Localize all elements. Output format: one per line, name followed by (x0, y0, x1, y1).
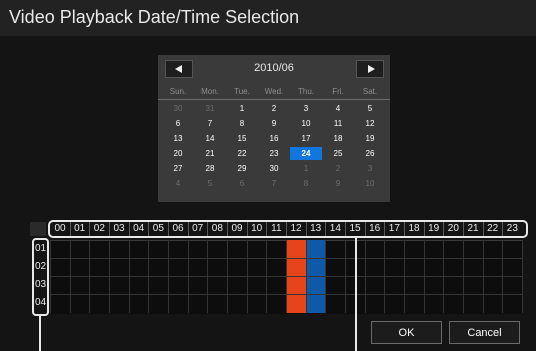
grid-line (50, 258, 522, 259)
calendar: 2010/06 Sun. Mon. Tue. Wed. Thu. Fri. Sat. 30 31… (158, 55, 390, 202)
channel-column-highlight (32, 238, 49, 316)
calendar-day[interactable]: 6 (226, 177, 258, 190)
calendar-day[interactable]: 2 (322, 162, 354, 175)
calendar-day[interactable]: 9 (258, 117, 290, 130)
calendar-day[interactable]: 21 (194, 147, 226, 160)
calendar-day[interactable]: 11 (322, 117, 354, 130)
weekday-label: Thu. (297, 87, 314, 96)
calendar-day[interactable]: 30 (258, 162, 290, 175)
calendar-weekday-row: Sun. Mon. Tue. Wed. Thu. Fri. Sat. (158, 85, 390, 100)
callout-line (39, 316, 41, 351)
calendar-day[interactable]: 23 (258, 147, 290, 160)
calendar-day[interactable]: 18 (322, 132, 354, 145)
calendar-day[interactable]: 31 (194, 102, 226, 115)
window-title: Video Playback Date/Time Selection (9, 7, 300, 27)
calendar-day[interactable]: 19 (354, 132, 386, 145)
calendar-week-row: 20 21 22 23 24 25 26 (158, 147, 390, 160)
calendar-day[interactable]: 15 (226, 132, 258, 145)
calendar-week-row: 27 28 29 30 1 2 3 (158, 162, 390, 175)
weekday-label: Fri. (332, 87, 344, 96)
calendar-day[interactable]: 5 (354, 102, 386, 115)
calendar-week-row: 13 14 15 16 17 18 19 (158, 132, 390, 145)
calendar-day[interactable]: 22 (226, 147, 258, 160)
calendar-day[interactable]: 20 (162, 147, 194, 160)
calendar-week-row: 6 7 8 9 10 11 12 (158, 117, 390, 130)
calendar-day[interactable]: 3 (290, 102, 322, 115)
next-month-button[interactable] (356, 60, 384, 78)
calendar-day[interactable]: 10 (354, 177, 386, 190)
grid-line (50, 276, 522, 277)
weekday-label: Sat. (362, 87, 378, 96)
calendar-day[interactable]: 7 (194, 117, 226, 130)
calendar-day[interactable]: 13 (162, 132, 194, 145)
calendar-day[interactable]: 14 (194, 132, 226, 145)
weekday-label: Sun. (169, 87, 187, 96)
grid-line (522, 240, 523, 313)
calendar-day[interactable]: 16 (258, 132, 290, 145)
calendar-day[interactable]: 26 (354, 147, 386, 160)
ok-button[interactable]: OK (371, 321, 442, 344)
calendar-day[interactable]: 7 (258, 177, 290, 190)
cancel-button[interactable]: Cancel (449, 321, 520, 344)
title-bar: Video Playback Date/Time Selection (0, 0, 536, 36)
weekday-label: Wed. (264, 87, 284, 96)
calendar-day[interactable]: 29 (226, 162, 258, 175)
calendar-day[interactable]: 9 (322, 177, 354, 190)
calendar-day[interactable]: 1 (226, 102, 258, 115)
calendar-day[interactable]: 4 (322, 102, 354, 115)
callout-line (355, 238, 357, 351)
calendar-day[interactable]: 27 (162, 162, 194, 175)
calendar-day[interactable]: 17 (290, 132, 322, 145)
calendar-day[interactable]: 2 (258, 102, 290, 115)
calendar-day[interactable]: 4 (162, 177, 194, 190)
calendar-day[interactable]: 28 (194, 162, 226, 175)
calendar-day[interactable]: 1 (290, 162, 322, 175)
calendar-day[interactable]: 25 (322, 147, 354, 160)
calendar-day[interactable]: 12 (354, 117, 386, 130)
calendar-day[interactable]: 3 (354, 162, 386, 175)
weekday-label: Mon. (201, 87, 219, 96)
hour-header-highlight (48, 220, 528, 238)
calendar-day[interactable]: 10 (290, 117, 322, 130)
timeline-corner (30, 222, 46, 236)
calendar-day[interactable]: 8 (226, 117, 258, 130)
calendar-day-selected[interactable]: 24 (290, 147, 322, 160)
calendar-week-row: 30 31 1 2 3 4 5 (158, 102, 390, 115)
calendar-day[interactable]: 5 (194, 177, 226, 190)
calendar-day[interactable]: 30 (162, 102, 194, 115)
weekday-label: Tue. (234, 87, 250, 96)
calendar-week-row: 4 5 6 7 8 9 10 (158, 177, 390, 190)
grid-line (50, 294, 522, 295)
calendar-grid: Sun. Mon. Tue. Wed. Thu. Fri. Sat. 30 31 1 2 3 4 5 6 7 8… (158, 85, 390, 190)
calendar-day[interactable]: 8 (290, 177, 322, 190)
calendar-day[interactable]: 6 (162, 117, 194, 130)
triangle-right-icon (368, 65, 375, 73)
